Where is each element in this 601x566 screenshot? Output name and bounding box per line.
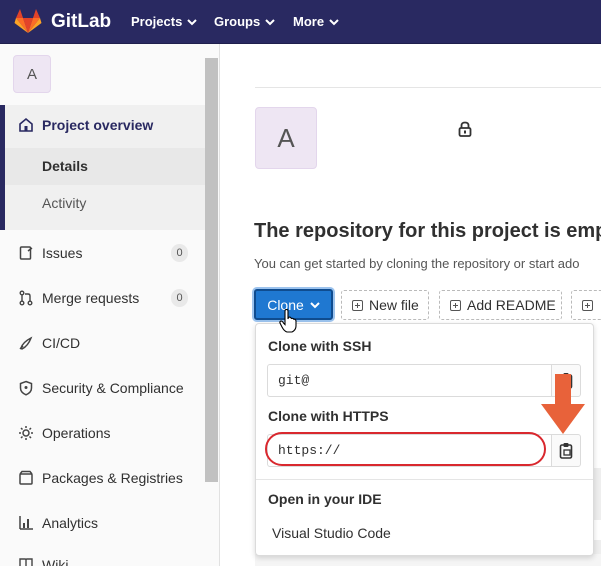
sidebar-item-label: Merge requests <box>42 289 140 306</box>
plus-icon <box>352 299 363 311</box>
clone-ssh-label: Clone with SSH <box>268 338 372 354</box>
highlight-annotation <box>265 432 546 466</box>
nav-projects[interactable]: Projects <box>131 14 198 29</box>
sidebar-scrollbar[interactable] <box>205 58 218 482</box>
dropdown-divider <box>256 479 593 480</box>
sidebar-item-label: Wiki <box>42 556 69 566</box>
plus-icon <box>582 299 593 311</box>
nav-more-label: More <box>293 14 325 29</box>
sidebar-item-label: CI/CD <box>42 334 81 351</box>
empty-repo-title: The repository for this project is emp <box>254 220 601 242</box>
sidebar-item-project-overview[interactable]: Project overview <box>17 116 153 133</box>
chevron-down-icon <box>187 18 198 25</box>
sidebar-item-security[interactable]: Security & Compliance <box>17 379 184 396</box>
sidebar-item-operations[interactable]: Operations <box>17 424 110 441</box>
chevron-down-icon <box>310 301 320 308</box>
empty-repo-subtitle: You can get started by cloning the repos… <box>254 256 580 271</box>
new-file-button[interactable]: New file <box>341 290 429 320</box>
clone-https-label: Clone with HTTPS <box>268 408 389 424</box>
active-indicator <box>0 105 5 230</box>
nav-more[interactable]: More <box>293 14 339 29</box>
divider <box>255 87 601 88</box>
chevron-down-icon <box>265 18 275 25</box>
package-icon <box>17 469 34 486</box>
nav-groups[interactable]: Groups <box>214 14 275 29</box>
nav-projects-label: Projects <box>131 14 183 29</box>
lock-icon <box>458 121 472 137</box>
plus-icon <box>450 299 461 311</box>
clone-ssh-input[interactable]: git@ <box>267 364 552 397</box>
hand-cursor-icon <box>279 309 297 333</box>
project-avatar: A <box>255 107 317 169</box>
nav-groups-label: Groups <box>214 14 261 29</box>
new-file-label: New file <box>369 297 419 313</box>
details-highlight <box>5 148 205 185</box>
sidebar-item-label: Analytics <box>42 514 99 531</box>
sidebar-item-label: Operations <box>42 424 111 441</box>
chart-icon <box>17 514 34 531</box>
project-avatar-small[interactable]: A <box>13 55 51 93</box>
sidebar-item-label: Project overview <box>42 116 154 133</box>
merge-requests-count-badge: 0 <box>171 289 188 307</box>
home-icon <box>17 116 34 133</box>
book-icon <box>17 556 34 566</box>
sidebar-item-merge-requests[interactable]: Merge requests <box>17 289 139 306</box>
shield-icon <box>17 379 34 396</box>
sidebar-item-issues[interactable]: Issues <box>17 244 82 261</box>
sidebar-item-label: Packages & Registries <box>42 469 183 486</box>
add-readme-label: Add README <box>467 297 556 313</box>
issues-icon <box>17 244 34 261</box>
clipboard-icon <box>559 443 573 459</box>
sidebar-subitem-activity[interactable]: Activity <box>42 195 86 211</box>
rocket-icon <box>17 334 34 351</box>
sidebar: A Project overview Details Activity Issu… <box>0 44 220 566</box>
open-in-ide-label: Open in your IDE <box>268 491 382 507</box>
more-actions-button[interactable] <box>571 290 601 320</box>
sidebar-item-wiki[interactable]: Wiki <box>17 556 68 566</box>
gitlab-logo-icon[interactable] <box>14 8 42 34</box>
sidebar-item-label: Security & Compliance <box>42 379 184 396</box>
sidebar-item-packages[interactable]: Packages & Registries <box>17 469 183 486</box>
sidebar-item-ci-cd[interactable]: CI/CD <box>17 334 80 351</box>
top-navbar: GitLab Projects Groups More <box>0 0 601 44</box>
issues-count-badge: 0 <box>171 244 188 262</box>
brand-name[interactable]: GitLab <box>51 11 111 33</box>
cloud-gear-icon <box>17 424 34 441</box>
add-readme-button[interactable]: Add README <box>439 290 562 320</box>
sidebar-subitem-details[interactable]: Details <box>42 158 88 174</box>
ide-vscode-item[interactable]: Visual Studio Code <box>272 525 391 541</box>
copy-https-button[interactable] <box>551 434 581 467</box>
arrow-down-icon <box>541 374 585 434</box>
merge-request-icon <box>17 289 34 306</box>
sidebar-item-analytics[interactable]: Analytics <box>17 514 98 531</box>
sidebar-item-label: Issues <box>42 244 83 261</box>
chevron-down-icon <box>329 18 339 25</box>
